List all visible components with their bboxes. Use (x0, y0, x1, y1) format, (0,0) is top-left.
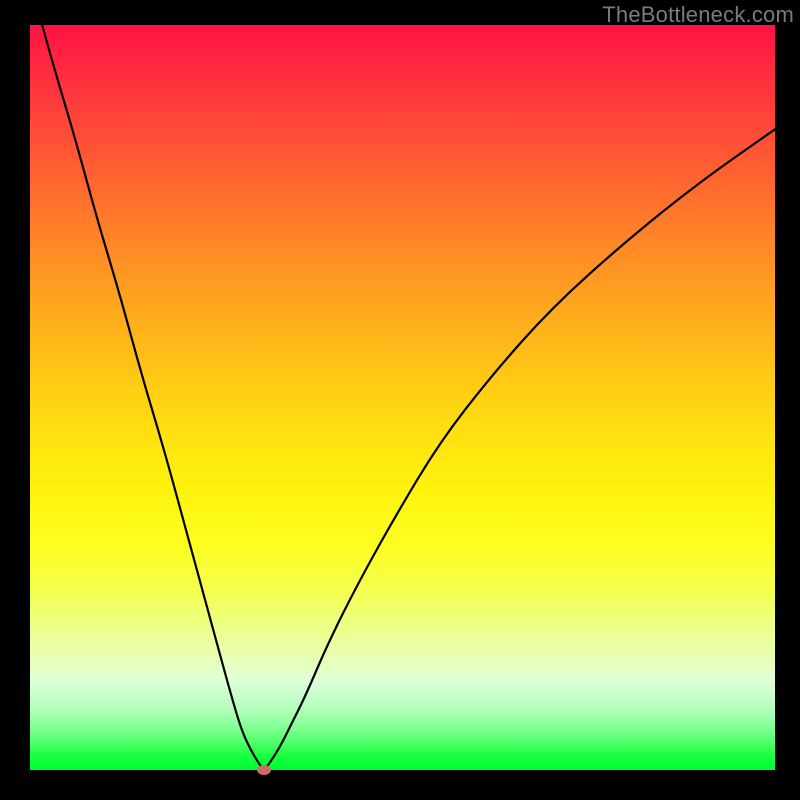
minimum-marker (257, 765, 271, 775)
bottleneck-curve (30, 25, 775, 769)
watermark-text: TheBottleneck.com (602, 2, 794, 28)
chart-frame: TheBottleneck.com (0, 0, 800, 800)
plot-area (30, 25, 775, 770)
curve-svg (30, 25, 775, 770)
